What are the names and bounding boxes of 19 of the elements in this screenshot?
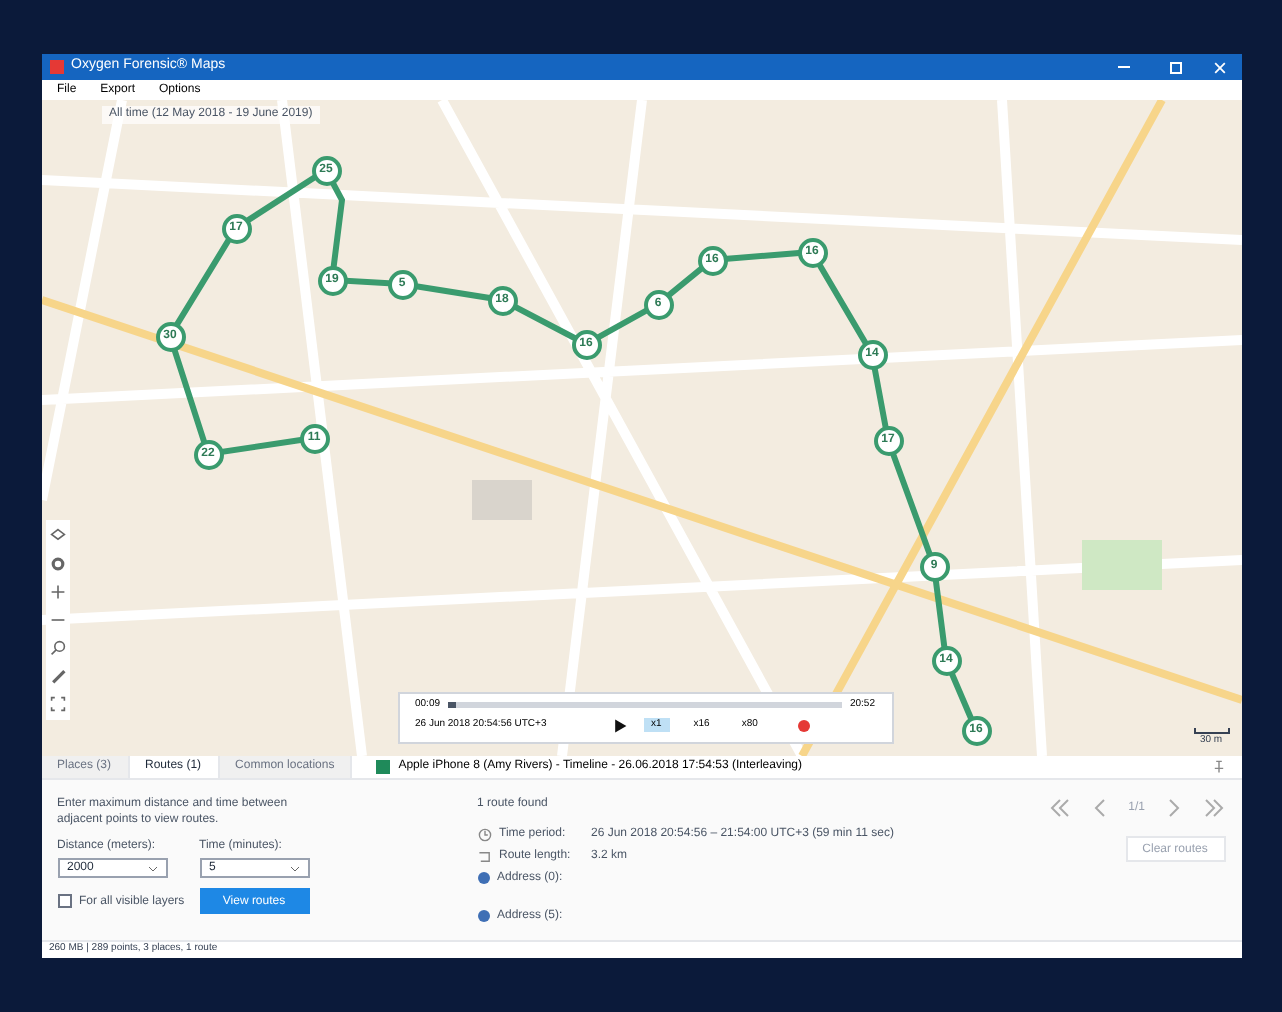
search-icon[interactable]	[49, 640, 65, 656]
pin-icon[interactable]	[1211, 760, 1225, 774]
minimize-icon[interactable]	[1117, 66, 1129, 68]
zoom-in-icon[interactable]	[49, 584, 65, 600]
scale-bar	[1193, 727, 1229, 733]
play-icon[interactable]	[611, 717, 627, 733]
chevron-down-icon	[147, 863, 157, 873]
checkbox[interactable]	[57, 894, 71, 908]
fullscreen-icon[interactable]	[49, 696, 65, 712]
close-icon[interactable]	[1213, 61, 1225, 73]
record-icon[interactable]	[797, 719, 810, 731]
address-marker-icon	[477, 872, 489, 884]
address-marker-icon	[477, 910, 489, 922]
app-icon	[49, 60, 63, 74]
clock-icon	[477, 827, 491, 841]
maximize-icon[interactable]	[1169, 61, 1181, 73]
progress-track[interactable]	[448, 702, 842, 709]
layers-icon[interactable]	[49, 528, 65, 544]
chevron-down-icon	[289, 863, 299, 873]
